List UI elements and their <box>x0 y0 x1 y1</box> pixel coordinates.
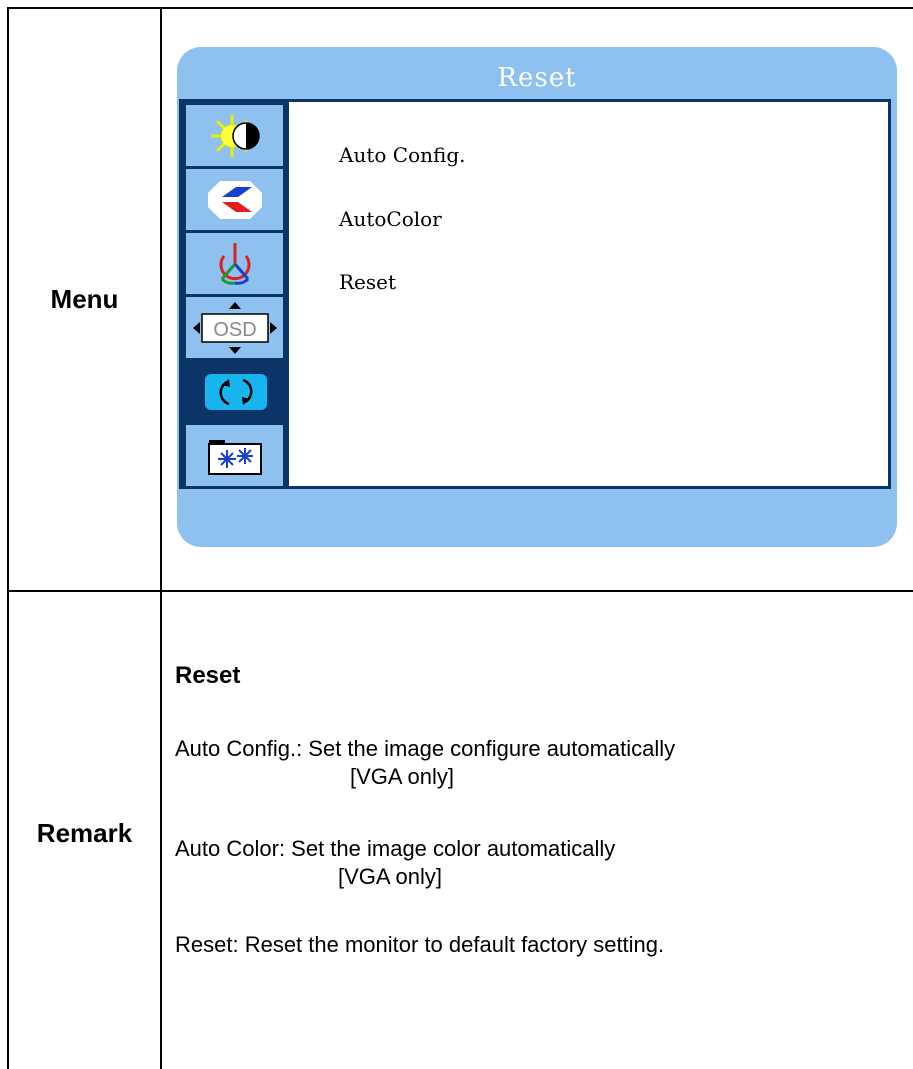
sidebar-item-misc[interactable] <box>186 425 283 486</box>
osd-body: OSD Auto Config. AutoColor Reset <box>179 99 891 489</box>
remark-heading: Reset <box>175 662 241 689</box>
osd-window: Reset OSD Auto Config. AutoColor Reset <box>177 47 897 547</box>
sidebar-item-image-setup[interactable] <box>186 169 283 230</box>
option-auto-color[interactable]: AutoColor <box>339 207 442 231</box>
option-auto-config[interactable]: Auto Config. <box>339 143 465 167</box>
table-column-divider <box>160 7 162 1069</box>
osd-icon-text: OSD <box>213 319 256 341</box>
remark-row-label: Remark <box>36 818 133 848</box>
osd-options-panel: Auto Config. AutoColor Reset <box>289 102 888 486</box>
image-setup-icon <box>207 180 262 219</box>
sidebar-item-reset[interactable] <box>186 361 283 422</box>
osd-sidebar: OSD <box>182 102 289 486</box>
remark-auto-color-note: [VGA only] <box>338 864 442 889</box>
reset-icon <box>204 373 267 410</box>
remark-auto-config-note: [VGA only] <box>350 764 454 789</box>
remark-reset: Reset: Reset the monitor to default fact… <box>175 932 665 957</box>
brightness-contrast-icon <box>210 114 260 157</box>
table-border-left <box>7 7 9 1069</box>
osd-settings-icon: OSD <box>192 301 277 354</box>
sidebar-item-brightness[interactable] <box>186 105 283 166</box>
misc-settings-icon <box>207 439 262 475</box>
table-row-divider <box>7 590 913 592</box>
remark-auto-config: Auto Config.: Set the image configure au… <box>175 736 676 761</box>
menu-row-label: Menu <box>50 284 119 314</box>
table-border-top <box>7 7 913 9</box>
sidebar-item-osd[interactable]: OSD <box>186 297 283 358</box>
option-reset[interactable]: Reset <box>339 270 396 294</box>
osd-title: Reset <box>497 63 577 93</box>
color-temperature-icon <box>219 242 250 285</box>
remark-auto-color: Auto Color: Set the image color automati… <box>175 836 616 861</box>
sidebar-item-color[interactable] <box>186 233 283 294</box>
